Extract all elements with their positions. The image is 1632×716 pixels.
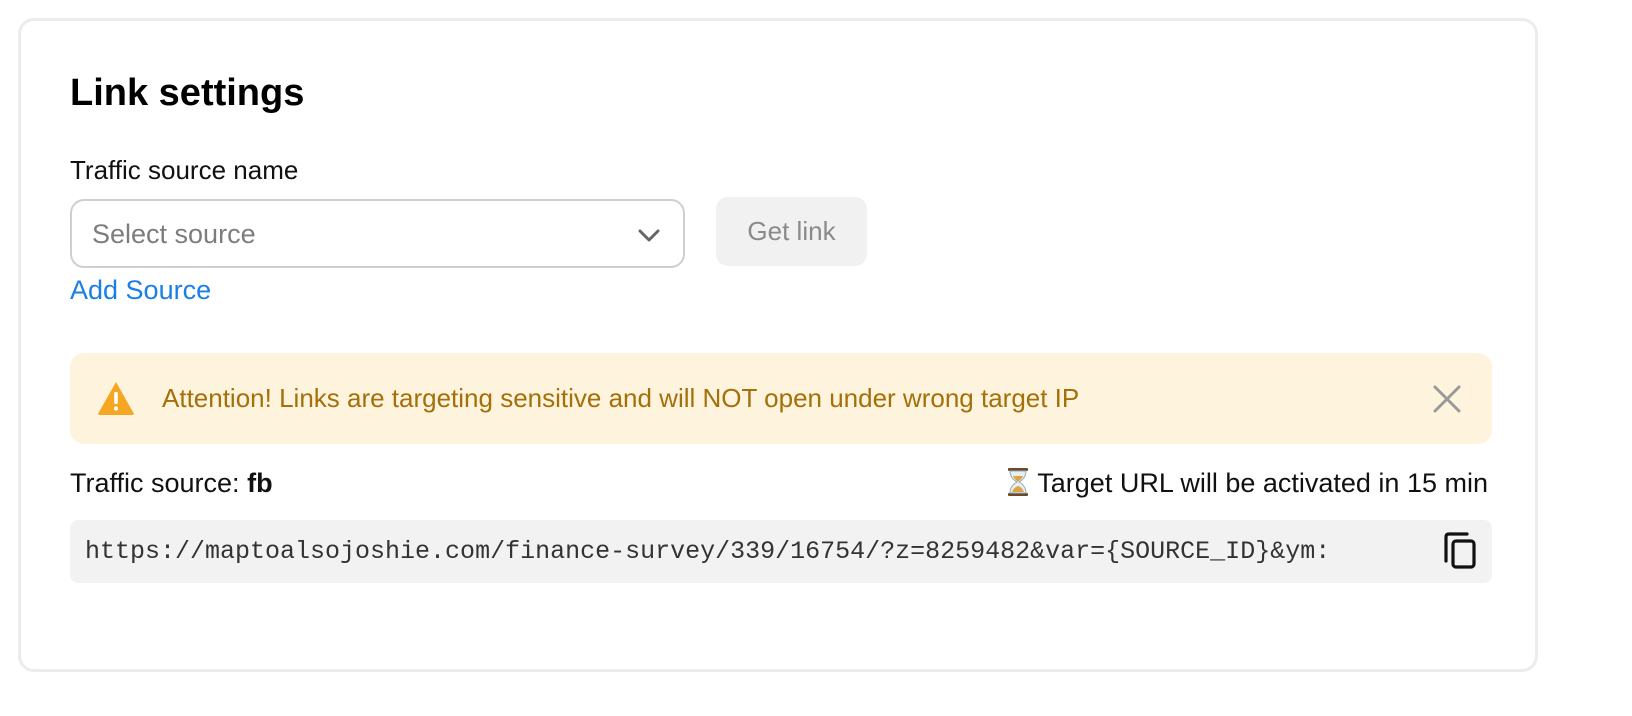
close-icon[interactable] xyxy=(1432,384,1462,414)
chevron-down-icon xyxy=(638,229,660,242)
alert-message: Attention! Links are targeting sensitive… xyxy=(162,383,1080,413)
hourglass-icon xyxy=(1008,468,1029,496)
link-settings-card: Link settings Traffic source name Select… xyxy=(18,18,1538,672)
add-source-link[interactable]: Add Source xyxy=(70,273,211,307)
activation-text: Target URL will be activated in 15 min xyxy=(1037,468,1488,498)
generated-url-box: https://maptoalsojoshie.com/finance-surv… xyxy=(70,520,1492,583)
get-link-button[interactable]: Get link xyxy=(716,197,867,266)
activation-notice: Target URL will be activated in 15 min xyxy=(1007,467,1488,499)
traffic-source-info: Traffic source: fb xyxy=(70,467,273,499)
card-title: Link settings xyxy=(70,72,305,114)
traffic-source-label: Traffic source name xyxy=(70,155,299,185)
traffic-source-value: fb xyxy=(247,468,273,498)
traffic-source-select[interactable]: Select source xyxy=(70,199,685,268)
traffic-source-prefix: Traffic source: xyxy=(70,468,240,498)
warning-alert: Attention! Links are targeting sensitive… xyxy=(70,353,1492,444)
warning-triangle-icon xyxy=(98,382,134,415)
select-placeholder: Select source xyxy=(92,219,256,249)
copy-icon[interactable] xyxy=(1442,532,1478,570)
generated-url[interactable]: https://maptoalsojoshie.com/finance-surv… xyxy=(85,536,1415,568)
